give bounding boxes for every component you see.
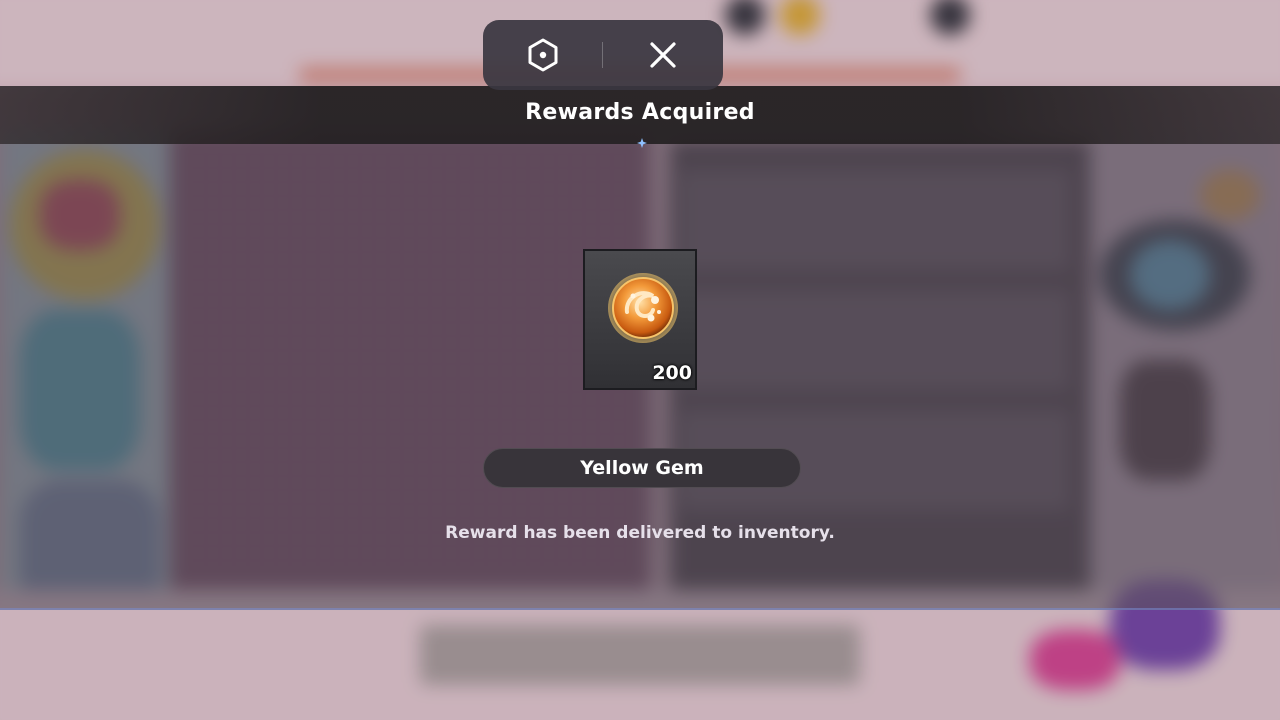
reward-item-slot[interactable]: 200 bbox=[583, 249, 697, 390]
close-button[interactable] bbox=[603, 20, 723, 90]
rewards-title: Rewards Acquired bbox=[525, 100, 755, 125]
rewards-panel-header: Rewards Acquired bbox=[0, 86, 1280, 148]
rewards-panel: Rewards Acquired 200 Yellow Gem Reward h… bbox=[0, 86, 1280, 610]
reward-quantity: 200 bbox=[652, 362, 692, 384]
close-icon bbox=[650, 42, 676, 68]
roblox-menu-icon bbox=[528, 38, 558, 72]
roblox-menu-button[interactable] bbox=[483, 20, 603, 90]
reward-name-label: Yellow Gem bbox=[483, 448, 801, 488]
delivery-message: Reward has been delivered to inventory. bbox=[445, 523, 835, 543]
sparkle-icon bbox=[637, 138, 647, 148]
yellow-gem-icon bbox=[608, 273, 678, 343]
top-menu-bar bbox=[483, 20, 723, 90]
